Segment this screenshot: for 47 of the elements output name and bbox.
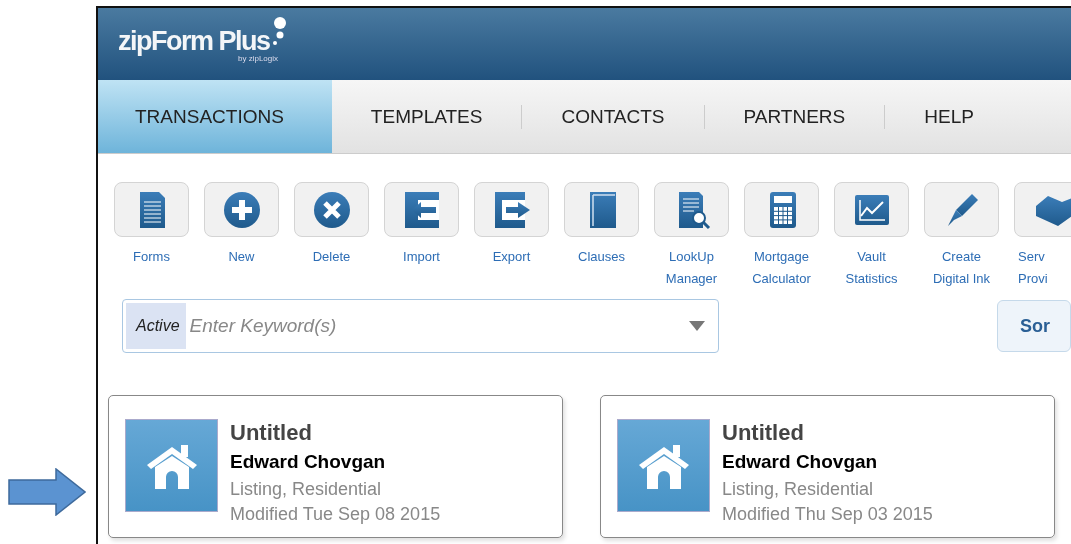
toolbar-label[interactable]: Forms	[133, 246, 170, 268]
toolbar-button[interactable]	[654, 182, 729, 237]
modified-date: Modified Thu Sep 03 2015	[722, 503, 933, 526]
close-icon	[311, 189, 352, 230]
toolbar-button[interactable]	[294, 182, 369, 237]
nav-tab[interactable]: HELP	[885, 80, 1013, 153]
sort-button[interactable]: Sor	[997, 300, 1071, 352]
transaction-type: Listing, Residential	[230, 478, 383, 501]
card-title: Untitled	[230, 419, 313, 447]
toolbar-button[interactable]	[924, 182, 999, 237]
toolbar-label[interactable]: Delete	[312, 246, 351, 268]
card-title: Untitled	[722, 419, 805, 447]
modified-date: Modified Tue Sep 08 2015	[230, 503, 441, 526]
logo: zipForm Plus	[118, 26, 270, 56]
toolbar-button[interactable]	[834, 182, 909, 237]
contact-name: Edward Chovgan	[722, 450, 879, 474]
logo-byline: by zipLogix	[238, 54, 279, 63]
contact-name: Edward Chovgan	[230, 450, 387, 474]
arrow-icon	[8, 468, 86, 516]
toolbar-label[interactable]: Create Digital Ink	[932, 246, 991, 290]
toolbar-label[interactable]: LookUp Manager	[665, 246, 718, 290]
plus-icon	[221, 189, 262, 230]
search-bar[interactable]: Active Enter Keyword(s)	[122, 299, 719, 353]
nav-tab[interactable]: TEMPLATES	[331, 80, 522, 153]
filter-tag[interactable]: Active	[126, 303, 186, 349]
transaction-card[interactable]: Untitled Edward Chovgan Listing, Residential Modified Tue Sep 08 2015	[108, 395, 563, 538]
toolbar-button[interactable]	[474, 182, 549, 237]
toolbar-label[interactable]: Import	[403, 246, 440, 268]
toolbar-label[interactable]: Clauses	[578, 246, 625, 268]
nav-tab[interactable]: TRANSACTIONS	[98, 80, 332, 153]
nav-tab[interactable]: CONTACTS	[522, 80, 704, 153]
transaction-type: Listing, Residential	[722, 478, 875, 501]
toolbar-button[interactable]	[564, 182, 639, 237]
search-field[interactable]: Enter Keyword(s)	[185, 315, 689, 337]
toolbar-label[interactable]: Serv Provi	[1014, 246, 1048, 290]
nav-tab[interactable]: PARTNERS	[704, 80, 885, 153]
toolbar-label[interactable]: New	[228, 246, 255, 268]
toolbar-button[interactable]	[114, 182, 189, 237]
dropdown-icon[interactable]	[689, 321, 705, 331]
toolbar-button[interactable]	[744, 182, 819, 237]
transaction-card[interactable]: Untitled Edward Chovgan Listing, Residential Modified Thu Sep 03 2015	[600, 395, 1055, 538]
toolbar-label[interactable]: Export	[492, 246, 531, 268]
toolbar-label[interactable]: Mortgage Calculator	[752, 246, 811, 290]
toolbar-button[interactable]	[1014, 182, 1071, 237]
toolbar-label[interactable]: Vault Statistics	[845, 246, 898, 290]
toolbar-button[interactable]	[204, 182, 279, 237]
toolbar-button[interactable]	[384, 182, 459, 237]
